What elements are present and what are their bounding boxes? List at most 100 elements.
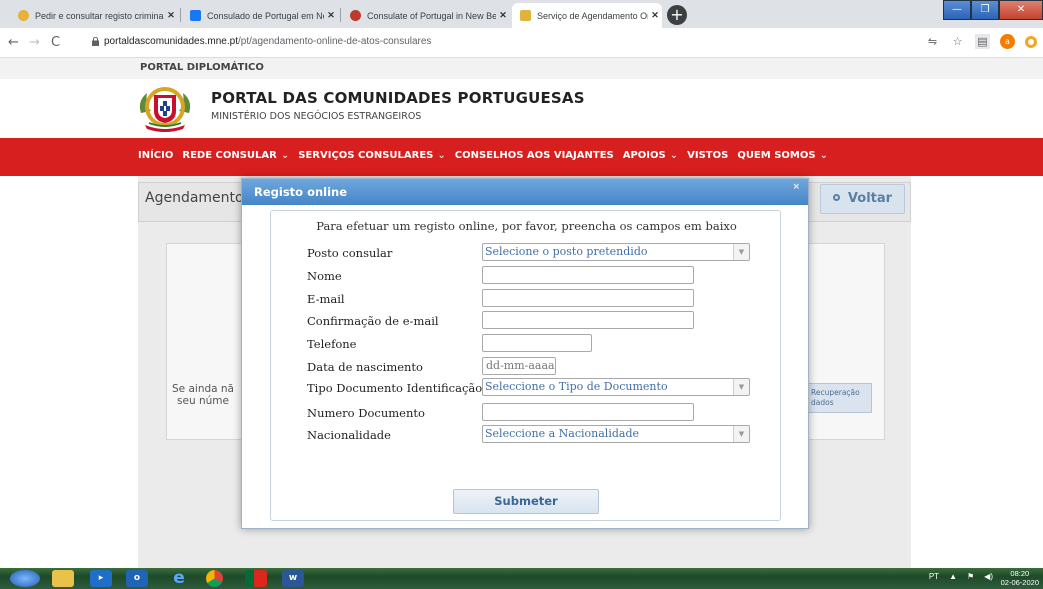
windows-start-icon[interactable]	[10, 570, 40, 587]
posto-label: Posto consular	[307, 246, 393, 260]
dialog-title: Registo online	[254, 185, 348, 199]
chrome-icon[interactable]	[206, 570, 223, 587]
outlook-icon[interactable]: o	[126, 570, 148, 587]
word-icon[interactable]: w	[282, 570, 304, 587]
nav-item-apoios[interactable]: APOIOS ⌄	[623, 150, 678, 161]
volume-icon[interactable]: ◀)	[984, 572, 993, 581]
nav-item-inicio[interactable]: INÍCIO	[138, 150, 173, 161]
reload-icon[interactable]: C	[51, 35, 60, 50]
pdf-extension-icon[interactable]: ▤	[975, 34, 990, 49]
internet-explorer-icon[interactable]: e	[168, 570, 190, 587]
recovery-line: Recuperação	[811, 388, 860, 397]
nome-label: Nome	[307, 269, 342, 283]
nav-label: QUEM SOMOS	[737, 150, 816, 161]
form-intro: Para efetuar um registo online, por favo…	[316, 219, 737, 233]
nav-item-conselhos-viajantes[interactable]: CONSELHOS AOS VIAJANTES	[455, 150, 614, 161]
nacionalidade-select[interactable]: Seleccione a Nacionalidade ▼	[482, 425, 750, 443]
voltar-button[interactable]: Voltar	[820, 184, 905, 214]
nascimento-label: Data de nascimento	[307, 360, 423, 374]
site-title[interactable]: PORTAL DAS COMUNIDADES PORTUGUESAS	[211, 89, 585, 107]
nav-label: VISTOS	[687, 150, 729, 161]
submeter-button[interactable]: Submeter	[453, 489, 599, 514]
portugal-flag-app-icon[interactable]	[245, 570, 267, 587]
show-hidden-icons-icon[interactable]: ▲	[949, 572, 957, 581]
browser-tab-active[interactable]: Serviço de Agendamento Online ✕	[512, 3, 662, 28]
portal-diplomatico-link[interactable]: PORTAL DIPLOMÁTICO	[140, 62, 264, 73]
bookmark-star-icon[interactable]: ☆	[950, 34, 965, 49]
page-heading: Agendamentos	[145, 190, 251, 206]
nome-input[interactable]	[482, 266, 694, 284]
nav-item-vistos[interactable]: VISTOS	[687, 150, 728, 161]
nav-item-servicos-consulares[interactable]: SERVIÇOS CONSULARES ⌄	[298, 150, 445, 161]
chevron-down-icon: ⌄	[669, 150, 679, 161]
email-input[interactable]	[482, 289, 694, 307]
profile-avatar[interactable]: a	[1000, 34, 1015, 49]
close-icon[interactable]: ×	[792, 182, 800, 192]
tab-label: Pedir e consultar registo criminal	[35, 10, 164, 21]
tipo-doc-label: Tipo Documento Identificação	[307, 381, 483, 395]
tab-close-icon[interactable]: ✕	[164, 10, 178, 21]
url-domain: portaldascomunidades.mne.pt	[104, 36, 238, 47]
tab-close-icon[interactable]: ✕	[496, 10, 510, 21]
email-confirm-input[interactable]	[482, 311, 694, 329]
url-field[interactable]: portaldascomunidades.mne.pt/pt/agendamen…	[104, 36, 431, 47]
recovery-line: dados	[811, 398, 834, 407]
browser-tab-bar: Pedir e consultar registo criminal ✕ Con…	[0, 0, 1043, 28]
tab-close-icon[interactable]: ✕	[648, 10, 662, 21]
tab-close-icon[interactable]: ✕	[324, 10, 338, 21]
recuperacao-dados-button[interactable]: Recuperação dados	[808, 383, 872, 413]
portugal-coat-of-arms-icon	[139, 87, 191, 132]
nav-label: CONSELHOS AOS VIAJANTES	[454, 150, 614, 161]
tab-label: Serviço de Agendamento Online	[537, 10, 648, 21]
new-tab-button[interactable]: +	[667, 5, 687, 25]
dialog-title-bar: Registo online ×	[242, 179, 808, 205]
chevron-down-icon: ▼	[733, 244, 749, 260]
tab-label: Consulado de Portugal em New	[207, 10, 324, 21]
circle-icon	[832, 194, 840, 201]
registo-online-dialog: Registo online × Para efetuar um registo…	[241, 178, 809, 529]
browser-tab[interactable]: Consulate of Portugal in New Be ✕	[342, 3, 510, 28]
tab-favicon-icon	[18, 10, 29, 21]
translate-icon[interactable]: ⇋	[925, 34, 940, 49]
window-close-button[interactable]: ✕	[999, 0, 1043, 20]
media-player-icon[interactable]: ▸	[90, 570, 112, 587]
forward-arrow-icon[interactable]: →	[29, 35, 40, 50]
note-line: seu núme	[177, 395, 229, 407]
chevron-down-icon: ▼	[733, 426, 749, 442]
birthdate-input[interactable]: dd-mm-aaaa	[482, 357, 556, 375]
main-navigation: INÍCIO REDE CONSULAR ⌄ SERVIÇOS CONSULARE…	[0, 138, 1043, 176]
maximize-button[interactable]: ❐	[971, 0, 999, 20]
taskbar-clock[interactable]: 08:20 02-06-2020	[1001, 569, 1039, 587]
chevron-down-icon: ⌄	[819, 150, 828, 161]
nacionalidade-label: Nacionalidade	[307, 428, 391, 442]
numero-documento-input[interactable]	[482, 403, 694, 421]
file-explorer-icon[interactable]	[52, 570, 74, 587]
flag-notification-icon[interactable]: ⚑	[967, 572, 974, 581]
tipo-documento-select[interactable]: Seleccione o Tipo de Documento ▼	[482, 378, 750, 396]
language-indicator[interactable]: PT	[929, 572, 939, 581]
browser-tab[interactable]: Consulado de Portugal em New ✕	[182, 3, 338, 28]
select-value: Seleccione a Nacionalidade	[485, 427, 639, 440]
nav-item-rede-consular[interactable]: REDE CONSULAR ⌄	[182, 150, 289, 161]
back-arrow-icon[interactable]: ←	[8, 35, 19, 50]
extension-ring-icon[interactable]	[1025, 35, 1037, 48]
telefone-input[interactable]	[482, 334, 592, 352]
url-path: /pt/agendamento-online-de-atos-consulare…	[237, 36, 432, 47]
email-label: E-mail	[307, 292, 345, 306]
minimize-button[interactable]: —	[943, 0, 971, 20]
crest-favicon-icon	[520, 10, 531, 21]
registration-form: Para efetuar um registo online, por favo…	[270, 210, 781, 521]
nav-label: APOIOS	[622, 150, 666, 161]
select-value: Seleccione o Tipo de Documento	[485, 380, 668, 393]
lock-icon	[92, 37, 99, 46]
browser-tab[interactable]: Pedir e consultar registo criminal ✕	[10, 3, 178, 28]
tab-label: Consulate of Portugal in New Be	[367, 10, 496, 21]
chevron-down-icon: ▼	[733, 379, 749, 395]
site-subtitle: MINISTÉRIO DOS NEGÓCIOS ESTRANGEIROS	[211, 111, 422, 122]
partial-note: Se ainda nã seu núme	[164, 383, 242, 407]
address-bar: ← → C portaldascomunidades.mne.pt/pt/age…	[0, 28, 1043, 58]
posto-consular-select[interactable]: Selecione o posto pretendido ▼	[482, 243, 750, 261]
system-tray: PT ▲ ⚑ ◀)	[929, 572, 993, 581]
facebook-icon	[190, 10, 201, 21]
nav-item-quem-somos[interactable]: QUEM SOMOS ⌄	[737, 150, 828, 161]
